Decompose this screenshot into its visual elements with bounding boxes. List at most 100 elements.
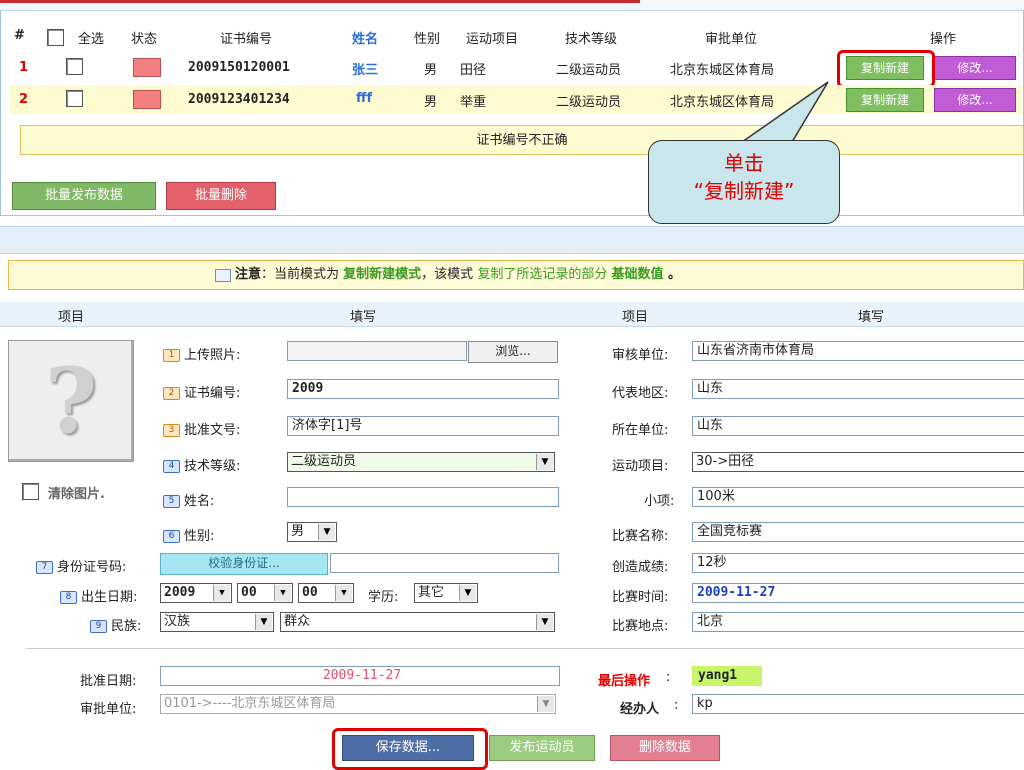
row-index: 2 xyxy=(19,92,29,107)
col-header-select-all: 全选 xyxy=(78,32,105,47)
clear-photo-checkbox[interactable] xyxy=(22,483,39,500)
form-header-item-right: 项目 xyxy=(622,310,649,325)
match-time-input[interactable]: 2009-11-27 xyxy=(692,583,1024,603)
browse-button[interactable]: 浏览... xyxy=(468,341,558,363)
chevron-down-icon: ▼ xyxy=(536,614,553,630)
birth-date-label: 8 出生日期: xyxy=(60,586,137,605)
photo-path-input[interactable] xyxy=(287,341,467,361)
match-time-label: 比赛时间: xyxy=(612,590,669,605)
chevron-down-icon: ▼ xyxy=(255,614,272,630)
org-input[interactable]: 山东 xyxy=(692,416,1024,436)
row-name-link[interactable]: 张三 xyxy=(352,59,378,78)
region-label: 代表地区: xyxy=(612,386,669,401)
name-input[interactable] xyxy=(287,487,559,507)
batch-delete-button[interactable]: 批量删除 xyxy=(166,182,276,210)
ethnic-select[interactable]: 汉族 ▼ xyxy=(160,612,274,632)
political-status-select[interactable]: 群众 ▼ xyxy=(280,612,555,632)
col-header-status: 状态 xyxy=(131,32,158,47)
row-tech-level: 二级运动员 xyxy=(556,95,622,110)
cert-no-input[interactable]: 2009 xyxy=(287,379,559,399)
venue-label: 比赛地点: xyxy=(612,619,669,634)
col-header-sport: 运动项目 xyxy=(466,32,519,47)
edit-button[interactable]: 修改... xyxy=(934,56,1016,80)
verify-id-button[interactable]: 校验身份证... xyxy=(160,553,328,575)
sport-label: 运动项目: xyxy=(612,459,669,474)
handler-colon: : xyxy=(674,698,679,713)
match-name-label: 比赛名称: xyxy=(612,529,669,544)
col-header-name[interactable]: 姓名 xyxy=(352,28,378,47)
tech-level-label: 4 技术等级: xyxy=(163,455,240,474)
region-input[interactable]: 山东 xyxy=(692,379,1024,399)
edit-button[interactable]: 修改... xyxy=(934,88,1016,112)
chevron-down-icon: ▼ xyxy=(536,454,553,470)
review-unit-input[interactable]: 山东省济南市体育局 xyxy=(692,341,1024,361)
delete-data-button[interactable]: 删除数据 xyxy=(610,735,720,761)
approve-unit-label: 审批单位: xyxy=(80,702,137,717)
row-cert-no: 2009150120001 xyxy=(188,60,290,75)
id-no-input[interactable] xyxy=(330,553,559,573)
row-tech-level: 二级运动员 xyxy=(556,63,622,78)
notice-text-3: 复制了所选记录的部分 xyxy=(477,267,612,282)
row-checkbox[interactable] xyxy=(66,90,83,107)
ethnic-label: 9 民族: xyxy=(90,615,141,634)
row-status-indicator xyxy=(133,58,161,77)
birth-day-select[interactable]: 00 ▼ xyxy=(298,583,354,603)
education-select[interactable]: 其它 ▼ xyxy=(414,583,478,603)
chevron-down-icon: ▼ xyxy=(318,524,335,540)
cert-no-label: 2 证书编号: xyxy=(163,382,240,401)
badge-1-icon: 1 xyxy=(163,349,180,362)
form-header: 项目 填写 项目 填写 xyxy=(0,302,1024,327)
birth-month-select[interactable]: 00 ▼ xyxy=(237,583,293,603)
row-gender: 男 xyxy=(424,63,438,78)
approve-unit-select[interactable]: 0101->----北京东城区体育局 ▼ xyxy=(160,694,556,714)
approval-no-input[interactable]: 济体字[1]号 xyxy=(287,416,559,436)
top-toolbar-strip xyxy=(0,0,1024,11)
row-status-indicator xyxy=(133,90,161,109)
row-sport: 田径 xyxy=(460,63,487,78)
notice-icon xyxy=(215,269,231,282)
birth-year-select[interactable]: 2009 ▼ xyxy=(160,583,232,603)
badge-8-icon: 8 xyxy=(60,591,77,604)
row-sport: 举重 xyxy=(460,95,487,110)
badge-4-icon: 4 xyxy=(163,460,180,473)
col-header-index: # xyxy=(14,28,25,43)
batch-publish-button[interactable]: 批量发布数据 xyxy=(12,182,156,210)
row-checkbox[interactable] xyxy=(66,58,83,75)
copy-new-button[interactable]: 复制新建 xyxy=(846,88,924,112)
name-label: 5 姓名: xyxy=(163,490,214,509)
gender-select[interactable]: 男 ▼ xyxy=(287,522,337,542)
approve-date-input[interactable]: 2009-11-27 xyxy=(160,666,560,686)
score-input[interactable]: 12秒 xyxy=(692,553,1024,573)
row-approval-unit: 北京东城区体育局 xyxy=(670,63,775,78)
col-header-actions: 操作 xyxy=(930,32,957,47)
badge-7-icon: 7 xyxy=(36,561,53,574)
handler-input[interactable]: kp xyxy=(692,694,1024,714)
notice-text-1: ：当前模式为 xyxy=(261,267,344,282)
callout-bubble: 单击 “复制新建” xyxy=(648,140,840,224)
org-label: 所在单位: xyxy=(612,423,669,438)
venue-input[interactable]: 北京 xyxy=(692,612,1024,632)
match-name-input[interactable]: 全国竞标赛 xyxy=(692,522,1024,542)
error-message: 证书编号不正确 xyxy=(20,125,1024,155)
upload-photo-label: 1 上传照片: xyxy=(163,344,240,363)
select-all-checkbox[interactable] xyxy=(47,29,64,46)
sub-item-label: 小项: xyxy=(644,494,675,509)
publish-athlete-button[interactable]: 发布运动员 xyxy=(489,735,595,761)
approve-date-label: 批准日期: xyxy=(80,674,137,689)
tech-level-select[interactable]: 二级运动员 ▼ xyxy=(287,452,555,472)
handler-label: 经办人 xyxy=(620,702,660,717)
mode-notice: 注意：当前模式为 复制新建模式，该模式 复制了所选记录的部分 基础数值 。 xyxy=(8,260,1024,290)
highlight-save xyxy=(332,728,488,770)
last-op-value: yang1 xyxy=(692,666,762,686)
score-label: 创造成绩: xyxy=(612,560,669,575)
sport-select[interactable]: 30->田径 xyxy=(692,452,1024,472)
badge-9-icon: 9 xyxy=(90,620,107,633)
badge-6-icon: 6 xyxy=(163,530,180,543)
sub-item-input[interactable]: 100米 xyxy=(692,487,1024,507)
notice-mode: 复制新建模式 xyxy=(343,267,422,282)
notice-highlight: 基础数值 xyxy=(611,267,664,282)
row-index: 1 xyxy=(19,60,29,75)
notice-text-2: ，该模式 xyxy=(421,267,478,282)
row-name-link[interactable]: fff xyxy=(356,91,372,106)
badge-2-icon: 2 xyxy=(163,387,180,400)
